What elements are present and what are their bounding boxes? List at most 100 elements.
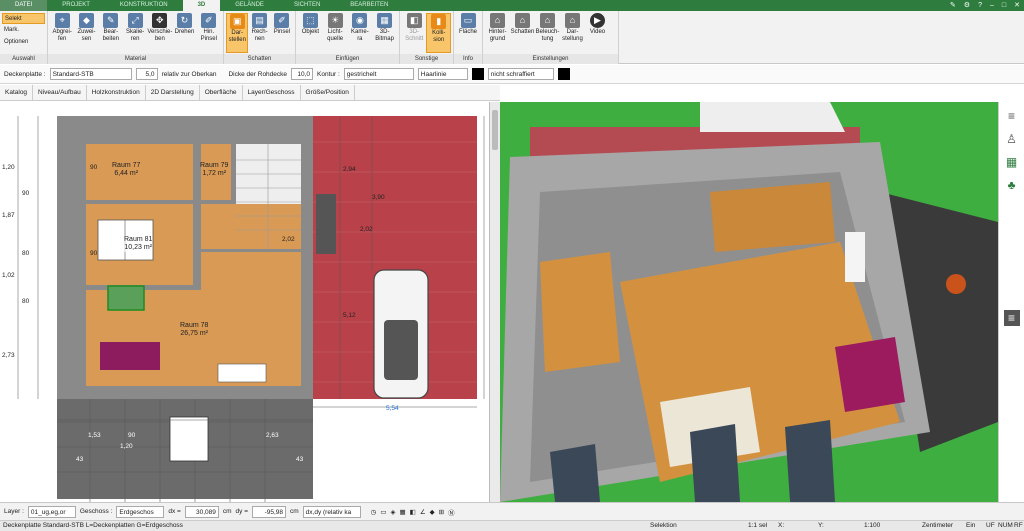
maximize-icon[interactable]: □ [1002, 0, 1006, 11]
materials-icon[interactable]: ▦ [1004, 154, 1020, 170]
clock-icon[interactable]: ◷ [371, 508, 377, 516]
tree-icon[interactable]: ♣ [1004, 177, 1020, 193]
tab-3d[interactable]: 3D [182, 0, 221, 11]
deckenplatte-select[interactable]: Standard-STB [49, 68, 132, 80]
kamera-button[interactable]: ◉ Kame- ra [348, 13, 373, 53]
line-weight-select[interactable]: Haarlinie [417, 68, 468, 80]
fill-color-swatch[interactable] [557, 68, 570, 80]
holzkonstruktion-button[interactable]: Holzkonstruktion [87, 85, 146, 100]
coordinate-mode-select[interactable]: dx,dy (relativ ka [302, 505, 361, 518]
tab-datei[interactable]: DATEI [0, 0, 48, 11]
help-icon[interactable]: ? [978, 0, 982, 11]
offset-field[interactable]: 5,0 [135, 68, 158, 80]
bearbeiten-button[interactable]: ✎ Bear- beiten [99, 13, 123, 53]
oberflaeche-button[interactable]: Oberfläche [200, 85, 243, 100]
abgreifen-button[interactable]: ⌖ Abgrei- fen [50, 13, 74, 53]
layer-select[interactable]: 01_ug,eg,or [27, 505, 76, 518]
darstellung-button[interactable]: ⌂ Dar- stellung [560, 13, 585, 53]
pen-icon[interactable]: ✎ [950, 0, 956, 11]
group-label: Material [48, 54, 223, 64]
group-schatten: ▣ Dar- stellen ▤ Rech- nen ✐ Pinsel Schatte… [224, 11, 296, 64]
katalog-button[interactable]: Katalog [0, 85, 34, 100]
brush-icon: ✐ [201, 13, 217, 28]
screen-icon[interactable]: ▭ [380, 508, 386, 516]
lighting-icon: ⌂ [540, 13, 555, 28]
group-label: Info [454, 54, 482, 64]
bitmap-3d-button[interactable]: ▦ 3D- Bitmap [372, 13, 397, 53]
dim-driveway-width: 5,54 [386, 405, 399, 412]
group-einstellungen: ⌂ Hinter- grund ⌂ Schatten ⌂ Beleuch- tung … [483, 11, 619, 64]
hin-pinsel-button[interactable]: ✐ Hin. Pinsel [197, 13, 221, 53]
plan-toolbar: Katalog Niveau/Aufbau Holzkonstruktion 2… [0, 85, 500, 101]
tab-sichten[interactable]: SICHTEN [279, 0, 335, 11]
room-79-label: Raum 79 1,72 m² [200, 162, 229, 177]
grid-icon[interactable]: ▦ [400, 508, 406, 516]
right-sidebar: ≡ ♙ ▦ ♣ ≡ [998, 102, 1024, 502]
room-78-label: Raum 78 26,75 m² [180, 322, 209, 337]
verschieben-button[interactable]: ✥ Verschie- ben [147, 13, 172, 53]
layers-toggle-icon[interactable]: ◆ [430, 508, 435, 516]
status-ratio: 1:100 [864, 522, 881, 529]
objekt-button[interactable]: ⬚ Objekt [298, 13, 323, 53]
rechnen-button[interactable]: ▤ Rech- nen [248, 13, 270, 53]
tab-bearbeiten[interactable]: BEARBEITEN [335, 0, 403, 11]
niveau-aufbau-button[interactable]: Niveau/Aufbau [33, 85, 87, 100]
chair-icon[interactable]: ♙ [1004, 131, 1020, 147]
dim-bottom: 2,63 [266, 432, 279, 439]
flaeche-button[interactable]: ▭ Fläche [456, 13, 480, 53]
geschoss-label: Geschoss : [79, 508, 113, 515]
angle-icon[interactable]: ∠ [420, 508, 426, 516]
tab-gelaende[interactable]: GELÄNDE [220, 0, 279, 11]
fill-select[interactable]: nicht schraffiert [487, 68, 554, 80]
floor-plan-view[interactable]: Raum 77 6,44 m² Raum 79 1,72 m² Raum 81 10,… [0, 102, 490, 502]
n-icon[interactable]: Ⓝ [448, 507, 455, 517]
layers-icon[interactable]: ≡ [1004, 108, 1020, 124]
groesse-position-button[interactable]: Größe/Position [301, 85, 355, 100]
layer-geschoss-button[interactable]: Layer/Geschoss [243, 85, 301, 100]
selekt-button[interactable]: Selekt [2, 13, 45, 24]
scrollbar-thumb[interactable] [492, 110, 498, 150]
video-button[interactable]: ▶ Video [585, 13, 610, 53]
measure-icon[interactable]: ⊞ [439, 508, 444, 516]
mark-button[interactable]: Mark. [2, 25, 45, 36]
dx-unit: cm [222, 508, 232, 515]
panel-toggle-icon[interactable]: ≡ [1003, 310, 1020, 326]
skalieren-button[interactable]: ⤢ Skalie- ren [123, 13, 147, 53]
darstellen-button[interactable]: ▣ Dar- stellen [226, 13, 249, 53]
ribbon: Selekt Mark. Optionen Auswahl ⌖ Abgrei- f… [0, 11, 1024, 64]
lichtquelle-button[interactable]: ☀ Licht- quelle [323, 13, 348, 53]
hintergrund-button[interactable]: ⌂ Hinter- grund [485, 13, 510, 53]
geschoss-select[interactable]: Erdgeschos [116, 505, 165, 518]
minimize-icon[interactable]: – [990, 0, 994, 11]
snap-icon[interactable]: ◈ [391, 508, 396, 516]
3d-window [690, 424, 740, 502]
line-color-swatch[interactable] [471, 68, 484, 80]
3d-kitchen [845, 232, 865, 282]
dx-input[interactable]: 30,089 [184, 505, 219, 518]
dim-misc: 2,02 [282, 236, 295, 243]
dicke-field[interactable]: 10,0 [291, 68, 314, 80]
beleuchtung-button[interactable]: ⌂ Beleuch- tung [535, 13, 560, 53]
dy-input[interactable]: -95,98 [252, 505, 286, 518]
3d-view[interactable] [500, 102, 998, 502]
plan-vertical-scrollbar[interactable] [490, 102, 500, 502]
dim-driveway: 2,02 [360, 226, 373, 233]
group-material: ⌖ Abgrei- fen ◆ Zuwei- sen ✎ Bear- beiten ⤢… [48, 11, 224, 64]
darstellung-2d-button[interactable]: 2D Darstellung [146, 85, 200, 100]
zuweisen-button[interactable]: ◆ Zuwei- sen [74, 13, 98, 53]
kontur-select[interactable]: gestrichelt [343, 68, 414, 80]
wall-icon[interactable]: ◧ [410, 508, 416, 516]
tab-projekt[interactable]: PROJEKT [47, 0, 105, 11]
pinsel-button[interactable]: ✐ Pinsel [271, 13, 293, 53]
tab-konstruktion[interactable]: KONSTRUKTION [105, 0, 183, 11]
optionen-button[interactable]: Optionen [2, 37, 45, 48]
window-controls: ✎ ⚙ ? – □ ✕ [950, 0, 1020, 11]
schatten-settings-button[interactable]: ⌂ Schatten [510, 13, 535, 53]
layer-label: Layer : [4, 508, 24, 515]
close-icon[interactable]: ✕ [1014, 0, 1020, 11]
dim-left: 1,02 [2, 272, 15, 279]
drehen-button[interactable]: ↻ Drehen [172, 13, 196, 53]
settings-icon[interactable]: ⚙ [964, 0, 970, 11]
schnitt-3d-button[interactable]: ◧ 3D- Schnitt [402, 13, 426, 53]
kollision-button[interactable]: ▮ Kolli- sion [426, 13, 451, 53]
